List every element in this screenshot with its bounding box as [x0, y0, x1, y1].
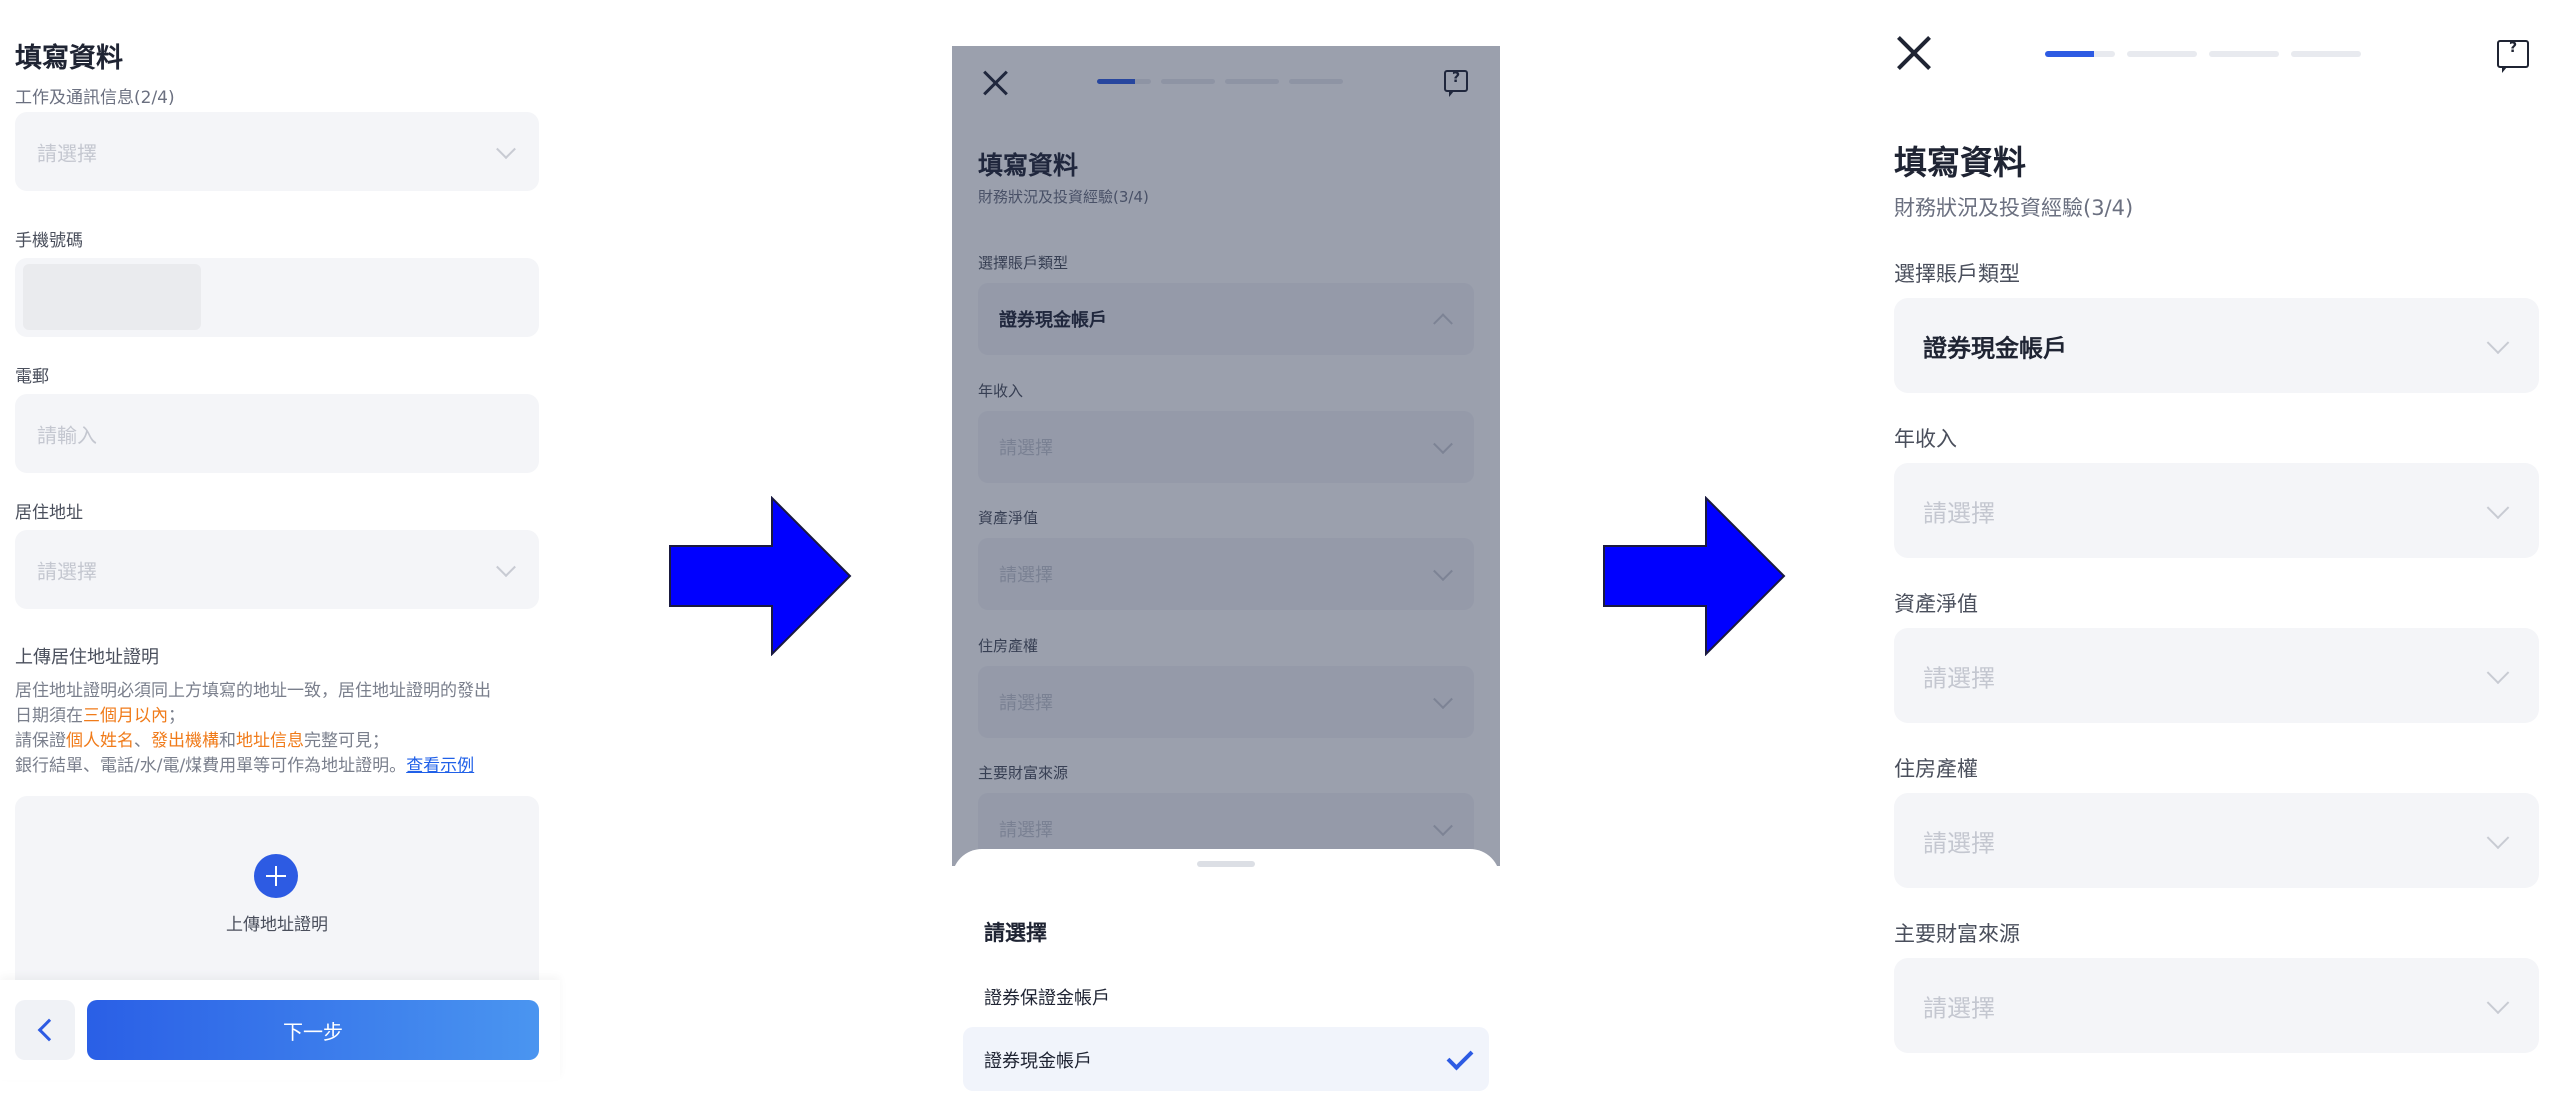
sheet-title: 請選擇	[984, 921, 1047, 945]
housing-label: 住房產權	[1894, 757, 1978, 781]
sheet-option-cash[interactable]: 證券現金帳戶	[984, 1047, 1092, 1073]
account-type-label: 選擇賬戶類型	[1894, 262, 2020, 286]
page-title: 填寫資料	[15, 43, 123, 74]
chevron-down-icon	[2486, 825, 2510, 849]
wealth-source-select[interactable]: 請選擇	[1894, 958, 2539, 1053]
form-step-financial-with-sheet: 填寫資料 財務狀況及投資經驗(3/4) 選擇賬戶類型 證券現金帳戶 年收入 請選…	[952, 46, 1500, 1113]
select-placeholder: 請選擇	[1923, 994, 1995, 1022]
select-field[interactable]: 請選擇	[15, 112, 539, 191]
desc-text: 、	[134, 731, 151, 751]
back-button[interactable]	[15, 1000, 75, 1060]
progress-segment	[2127, 51, 2197, 57]
desc-text: ；	[168, 706, 185, 726]
housing-select[interactable]: 請選擇	[1894, 793, 2539, 888]
check-icon	[1446, 1043, 1474, 1071]
desc-text: 銀行結單、電話/水/電/煤費用單等可作為地址證明。	[15, 756, 407, 776]
annual-income-select[interactable]: 請選擇	[1894, 463, 2539, 558]
form-step-work-contact: 填寫資料 工作及通訊信息(2/4) 請選擇 手機號碼 電郵 請輸入 居住地址 請…	[0, 0, 560, 1113]
highlight-text: 發出機構	[151, 731, 219, 751]
email-label: 電郵	[15, 367, 49, 387]
flow-arrow-icon	[669, 496, 852, 656]
address-placeholder: 請選擇	[37, 559, 97, 583]
progress-segment-active	[2045, 51, 2115, 57]
progress-bar	[2045, 51, 2361, 57]
upload-title: 上傳居住地址證明	[15, 647, 159, 668]
chevron-down-icon	[496, 138, 516, 159]
masked-phone-value	[23, 264, 201, 330]
chevron-down-icon	[2486, 330, 2510, 354]
modal-overlay[interactable]	[952, 46, 1500, 866]
close-icon[interactable]	[1897, 36, 1931, 70]
highlight-text: 地址信息	[236, 731, 304, 751]
page-title: 填寫資料	[1894, 143, 2026, 182]
desc-line: 居住地址證明必須同上方填寫的地址一致，居住地址證明的發出	[15, 681, 491, 701]
highlight-text: 三個月以內	[83, 706, 168, 726]
next-button[interactable]: 下一步	[87, 1000, 539, 1060]
phone-label: 手機號碼	[15, 231, 83, 251]
sheet-option-margin[interactable]: 證券保證金帳戶	[984, 984, 1110, 1010]
chevron-left-icon	[37, 1018, 61, 1042]
chevron-down-icon	[2486, 495, 2510, 519]
page-subtitle: 財務狀況及投資經驗(3/4)	[1894, 196, 2134, 220]
help-icon[interactable]	[2497, 40, 2529, 73]
chevron-down-icon	[2486, 990, 2510, 1014]
select-placeholder: 請選擇	[1923, 664, 1995, 692]
account-type-select[interactable]: 證券現金帳戶	[1894, 298, 2539, 393]
desc-line: 請保證個人姓名、發出機構和地址信息完整可見；	[15, 729, 540, 754]
bottom-sheet: 請選擇 證券保證金帳戶 證券現金帳戶	[952, 849, 1500, 1113]
net-asset-select[interactable]: 請選擇	[1894, 628, 2539, 723]
desc-text: 請保證	[15, 731, 66, 751]
annual-income-label: 年收入	[1894, 427, 1957, 451]
progress-segment	[2209, 51, 2279, 57]
view-example-link[interactable]: 查看示例	[406, 756, 474, 776]
email-field[interactable]: 請輸入	[15, 394, 539, 473]
form-step-financial: 填寫資料 財務狀況及投資經驗(3/4) 選擇賬戶類型 證券現金帳戶 年收入 請選…	[1880, 0, 2560, 1113]
bottom-action-bar: 下一步	[0, 980, 560, 1080]
upload-area[interactable]: 上傳地址證明	[15, 796, 539, 996]
desc-text: 完整可見；	[304, 731, 389, 751]
net-asset-label: 資產淨值	[1894, 592, 1978, 616]
flow-arrow-icon	[1603, 496, 1786, 656]
address-select[interactable]: 請選擇	[15, 530, 539, 609]
phone-field[interactable]	[15, 258, 539, 337]
page-subtitle: 工作及通訊信息(2/4)	[15, 88, 175, 108]
select-placeholder: 請選擇	[37, 141, 97, 165]
select-placeholder: 請選擇	[1923, 499, 1995, 527]
drag-handle[interactable]	[1197, 861, 1255, 867]
address-label: 居住地址	[15, 503, 83, 523]
desc-line: 銀行結單、電話/水/電/煤費用單等可作為地址證明。查看示例	[15, 754, 540, 779]
select-placeholder: 請選擇	[1923, 829, 1995, 857]
upload-description: 居住地址證明必須同上方填寫的地址一致，居住地址證明的發出 日期須在三個月以內； …	[15, 679, 540, 779]
account-type-value: 證券現金帳戶	[1923, 334, 2067, 362]
email-placeholder: 請輸入	[37, 423, 97, 447]
wealth-source-label: 主要財富來源	[1894, 922, 2020, 946]
chevron-down-icon	[496, 556, 516, 577]
chevron-down-icon	[2486, 660, 2510, 684]
upload-button-label: 上傳地址證明	[226, 915, 328, 935]
highlight-text: 個人姓名	[66, 731, 134, 751]
plus-icon[interactable]	[254, 854, 298, 898]
desc-text: 日期須在	[15, 706, 83, 726]
progress-segment	[2291, 51, 2361, 57]
desc-text: 和	[219, 731, 236, 751]
desc-line: 日期須在三個月以內；	[15, 704, 540, 729]
